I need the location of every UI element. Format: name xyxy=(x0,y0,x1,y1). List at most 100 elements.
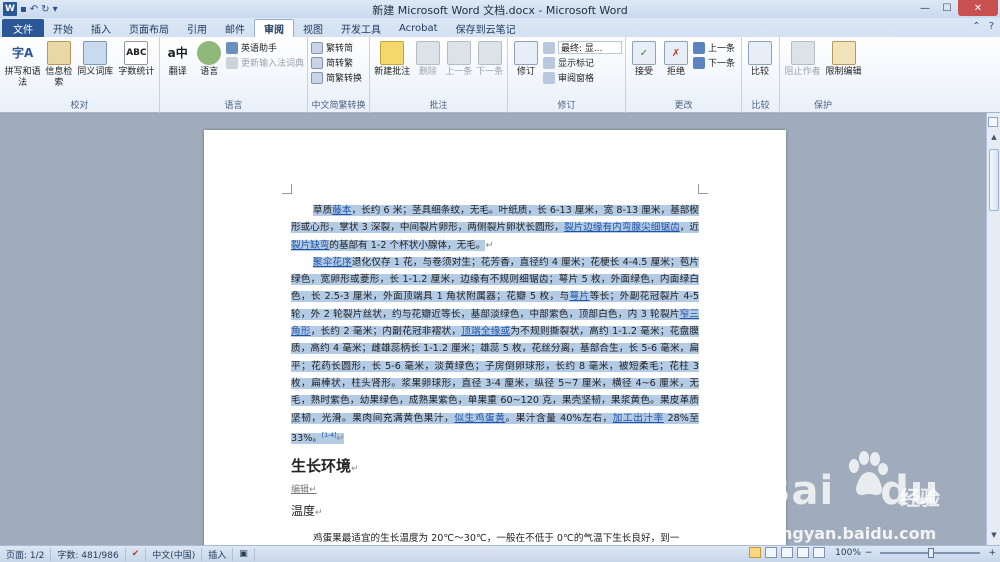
tab-home[interactable]: 开始 xyxy=(44,19,82,37)
tab-page-layout[interactable]: 页面布局 xyxy=(120,19,178,37)
reference-mark[interactable]: [1-4] xyxy=(322,432,336,439)
status-bar: 页面: 1/2 字数: 481/986 ✔ 中文(中国) 插入 ▣ 100% −… xyxy=(0,545,1000,562)
show-markup-button[interactable]: 显示标记 xyxy=(543,56,622,69)
tab-review[interactable]: 审阅 xyxy=(254,19,294,37)
status-words[interactable]: 字数: 481/986 xyxy=(51,547,126,561)
redo-icon[interactable]: ↻ xyxy=(41,2,49,16)
customize-qat-icon[interactable]: ▾ xyxy=(53,2,58,16)
zoom-slider[interactable] xyxy=(880,547,981,558)
group-label-proofing: 校对 xyxy=(70,101,89,111)
translate-icon: a中 xyxy=(167,45,188,60)
tab-insert[interactable]: 插入 xyxy=(82,19,120,37)
traditional-icon xyxy=(311,56,323,69)
outline-view-icon[interactable] xyxy=(797,547,810,558)
display-for-review-dropdown[interactable]: 最终: 显... xyxy=(543,41,622,54)
tab-acrobat[interactable]: Acrobat xyxy=(390,19,447,37)
traditional-to-simplified-button[interactable]: 繁转简 xyxy=(311,41,362,54)
watermark-cn: 经验 xyxy=(900,486,940,510)
document-page[interactable]: 草质藤本，长约 6 米；茎具细条纹，无毛。叶纸质，长 6-13 厘米，宽 8-1… xyxy=(204,130,786,545)
link-vine[interactable]: 藤本 xyxy=(332,205,351,216)
conversion-icon xyxy=(311,71,323,84)
simplified-to-traditional-button[interactable]: 简转繁 xyxy=(311,56,362,69)
status-proofing[interactable]: ✔ xyxy=(126,547,147,561)
paragraph-temperature[interactable]: 鸡蛋果最适宜的生长温度为 20℃～30℃，一般在不低于 0℃的气温下生长良好，到… xyxy=(291,530,699,545)
paragraph-flower[interactable]: 聚伞花序退化仅存 1 花，与卷须对生；花芳香，直径约 4 厘米；花梗长 4-4.… xyxy=(291,254,700,447)
full-screen-reading-icon[interactable] xyxy=(765,547,778,558)
link-juice-rate[interactable]: 加工出汁率 xyxy=(613,413,664,424)
crop-mark-top-left xyxy=(282,184,292,194)
paragraph-mark: ↵ xyxy=(315,508,323,519)
macro-record-icon[interactable]: ▣ xyxy=(233,547,255,561)
view-ruler-toggle[interactable] xyxy=(988,117,998,127)
group-label-tracking: 修订 xyxy=(557,101,576,111)
zoom-level[interactable]: 100% xyxy=(835,548,861,558)
link-sinus[interactable]: 裂片缺弯 xyxy=(291,240,329,251)
status-mode[interactable]: 插入 xyxy=(202,547,234,561)
undo-icon[interactable]: ↶ xyxy=(30,2,38,16)
tab-mailings[interactable]: 邮件 xyxy=(216,19,254,37)
english-assistant-button[interactable]: 英语助手 xyxy=(225,41,304,54)
minimize-button[interactable]: — xyxy=(914,0,936,16)
help-icon[interactable]: ? xyxy=(989,21,994,32)
next-change-icon xyxy=(693,56,705,69)
assistant-icon xyxy=(225,41,238,54)
research-icon xyxy=(46,41,71,65)
group-label-changes: 更改 xyxy=(674,101,693,111)
web-layout-icon[interactable] xyxy=(781,547,794,558)
reject-icon: ✗ xyxy=(664,41,688,65)
new-comment-icon xyxy=(380,41,405,65)
vertical-scrollbar[interactable]: ▲ ▼ xyxy=(986,113,1000,545)
block-authors-icon xyxy=(790,41,815,65)
thesaurus-icon xyxy=(83,41,108,65)
link-entire[interactable]: 顶端全缘或 xyxy=(461,326,510,337)
edit-link[interactable]: 编辑↵ xyxy=(291,480,699,500)
word-logo-icon[interactable]: W xyxy=(3,2,17,16)
expand-ribbon-icon[interactable]: ⌃ xyxy=(972,21,980,32)
tab-developer[interactable]: 开发工具 xyxy=(332,19,390,37)
scroll-thumb[interactable] xyxy=(989,149,999,211)
scroll-up-icon[interactable]: ▲ xyxy=(988,133,1000,145)
tab-references[interactable]: 引用 xyxy=(178,19,216,37)
close-button[interactable]: ✕ xyxy=(958,0,998,16)
link-yolk[interactable]: 似生鸡蛋黄 xyxy=(454,413,505,424)
group-label-chinese: 中文简繁转换 xyxy=(311,101,366,111)
document-content[interactable]: 草质藤本，长约 6 米；茎具细条纹，无毛。叶纸质，长 6-13 厘米，宽 8-1… xyxy=(291,202,700,545)
watermark-url: jingyan.baidu.com xyxy=(770,524,937,543)
link-sepal[interactable]: 萼片 xyxy=(570,291,590,302)
group-changes: ✓ 接受 ✗ 拒绝 上一条 下一条 更改 xyxy=(626,37,742,113)
previous-change-button[interactable]: 上一条 xyxy=(693,41,735,54)
reviewing-pane-button[interactable]: 审阅窗格 xyxy=(543,71,622,84)
previous-comment-icon xyxy=(446,41,471,65)
status-language[interactable]: 中文(中国) xyxy=(146,547,203,561)
chinese-conversion-button[interactable]: 简繁转换 xyxy=(311,71,362,84)
update-ime-icon xyxy=(225,56,238,69)
heading-growth-environment[interactable]: 生长环境↵ xyxy=(291,455,699,480)
maximize-button[interactable]: ☐ xyxy=(936,0,958,16)
show-markup-icon xyxy=(543,56,555,69)
save-icon[interactable]: ▪ xyxy=(20,2,27,16)
zoom-in-button[interactable]: + xyxy=(988,548,996,558)
group-chinese-conversion: 繁转简 简转繁 简繁转换 中文简繁转换 xyxy=(308,37,370,113)
crop-mark-top-right xyxy=(698,184,708,194)
link-serrate[interactable]: 裂片边缘有内弯腺尖细锯齿 xyxy=(564,222,680,233)
group-compare: 比较 比较 xyxy=(742,37,780,113)
ribbon-review: 字A 拼写和语法 信息检索 同义词库 ABC 字数统计 校对 a中 翻译 语言 xyxy=(0,37,1000,113)
group-comments: 新建批注 删除 上一条 下一条 批注 xyxy=(370,37,508,113)
tab-view[interactable]: 视图 xyxy=(294,19,332,37)
tab-file[interactable]: 文件 xyxy=(2,19,44,37)
zoom-slider-thumb[interactable] xyxy=(928,547,935,558)
tab-save-to-cloud[interactable]: 保存到云笔记 xyxy=(447,19,525,37)
spellcheck-icon: 字A xyxy=(11,45,34,60)
update-ime-button[interactable]: 更新输入法词典 xyxy=(225,56,304,69)
zoom-out-button[interactable]: − xyxy=(865,548,873,558)
print-layout-view-icon[interactable] xyxy=(749,547,762,558)
paragraph-description[interactable]: 草质藤本，长约 6 米；茎具细条纹，无毛。叶纸质，长 6-13 厘米，宽 8-1… xyxy=(291,202,700,254)
subheading-temperature[interactable]: 温度↵ xyxy=(291,500,699,524)
link-cyme[interactable]: 聚伞花序 xyxy=(313,257,352,268)
scroll-down-icon[interactable]: ▼ xyxy=(988,531,1000,543)
status-page[interactable]: 页面: 1/2 xyxy=(0,547,52,561)
draft-view-icon[interactable] xyxy=(813,547,826,558)
window-title: 新建 Microsoft Word 文档.docx - Microsoft Wo… xyxy=(372,4,628,17)
next-change-button[interactable]: 下一条 xyxy=(693,56,735,69)
simplified-icon xyxy=(311,41,323,54)
